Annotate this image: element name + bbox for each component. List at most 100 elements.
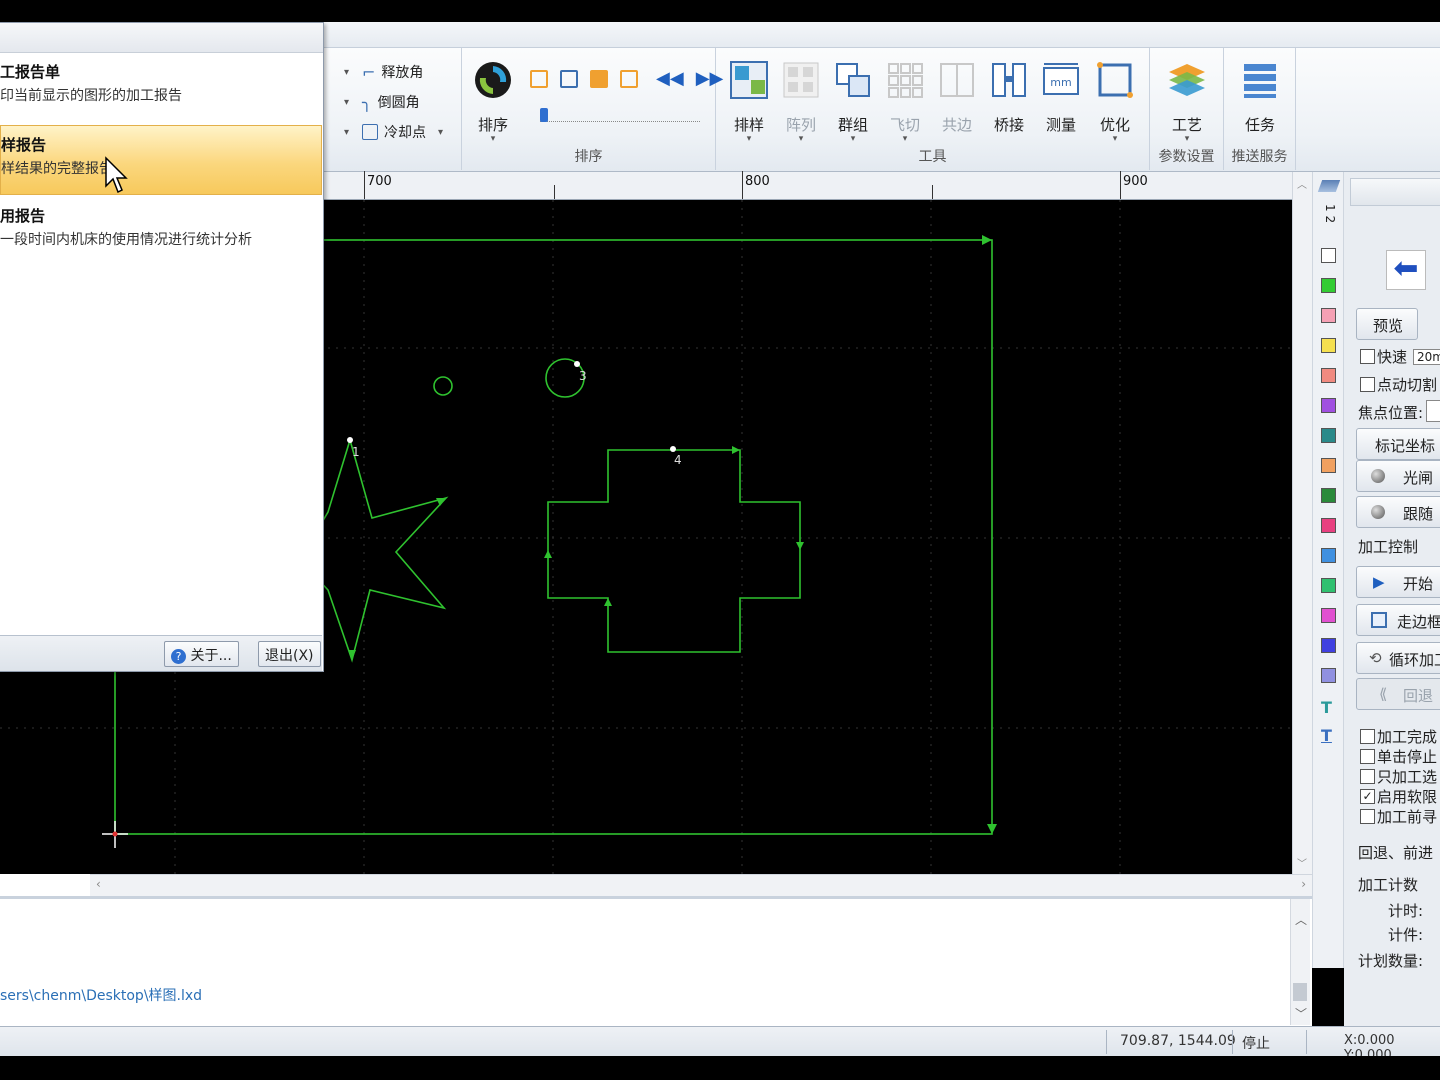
output-console[interactable]: sers\chenm\Desktop\样图.lxd ︿ ﹀	[0, 896, 1312, 1026]
layer-color-12[interactable]	[1321, 608, 1336, 623]
exit-button[interactable]: 退出(X)	[258, 641, 321, 667]
back-arrow-icon[interactable]: ⬅	[1386, 250, 1426, 290]
dropdown-arrow-icon: ▾	[1184, 134, 1190, 144]
follow-button[interactable]: 跟随	[1356, 496, 1440, 528]
part-circle-small[interactable]	[433, 376, 453, 396]
shutter-button[interactable]: 光闸	[1356, 460, 1440, 492]
scroll-left-icon[interactable]: ‹	[96, 877, 101, 891]
trace-frame-button[interactable]: 走边框	[1356, 604, 1440, 636]
canvas-horizontal-scrollbar[interactable]: ‹ ›	[90, 874, 1312, 896]
preview-button[interactable]: 预览	[1356, 308, 1418, 340]
shutter-indicator-icon	[1371, 469, 1385, 483]
layer-color-13[interactable]	[1321, 638, 1336, 653]
option-checkbox-4[interactable]: ✓ 启用软限	[1360, 786, 1437, 807]
ribbon-group-params: 工艺 ▾ 参数设置	[1150, 48, 1224, 170]
canvas-vertical-scrollbar[interactable]: ︿ ﹀	[1292, 172, 1312, 874]
layer-color-14[interactable]	[1321, 668, 1336, 683]
option-checkbox-1[interactable]: 加工完成	[1360, 726, 1437, 747]
dropdown-arrow-icon[interactable]: ▾	[344, 67, 349, 78]
common-edge-button[interactable]: 共边	[932, 60, 982, 135]
bridge-icon	[992, 63, 1026, 97]
layer-color-3[interactable]	[1321, 338, 1336, 353]
menu-item-process-report[interactable]: 工报告单 印当前显示的图形的加工报告	[0, 53, 322, 123]
checkbox-box[interactable]	[1360, 349, 1375, 364]
task-button[interactable]: 任务	[1235, 60, 1285, 135]
text-layer-icon[interactable]: T	[1321, 698, 1332, 717]
scroll-up-icon[interactable]: ︿	[1297, 176, 1307, 191]
about-button[interactable]: ? 关于...	[164, 641, 239, 667]
checkbox-box-checked[interactable]: ✓	[1360, 789, 1375, 804]
menu-item-title: 工报告单	[0, 63, 61, 81]
nest-button[interactable]: 排样 ▾	[724, 60, 774, 144]
menu-item-nesting-report[interactable]: 样报告 样结果的完整报告	[0, 125, 322, 195]
jog-cut-checkbox[interactable]: 点动切割	[1360, 374, 1437, 395]
ruler-label: 700	[367, 174, 392, 189]
scroll-right-icon[interactable]: ›	[1301, 877, 1306, 891]
process-button[interactable]: 工艺 ▾	[1162, 60, 1212, 144]
checkbox-box[interactable]	[1360, 809, 1375, 824]
layer-color-11[interactable]	[1321, 578, 1336, 593]
option-checkbox-2[interactable]: 单击停止	[1360, 746, 1437, 767]
checkbox-box[interactable]	[1360, 729, 1375, 744]
group-button[interactable]: 群组 ▾	[828, 60, 878, 144]
text-layer-2-icon[interactable]: T	[1321, 726, 1332, 745]
console-scrollbar[interactable]: ︿ ﹀	[1290, 899, 1310, 1025]
loop-process-button[interactable]: ⟲循环加工	[1356, 642, 1440, 674]
focus-input[interactable]	[1426, 400, 1440, 422]
layer-color-10[interactable]	[1321, 548, 1336, 563]
release-corner-button[interactable]: ▾ ⌐ 释放角	[344, 62, 423, 82]
layer-color-5[interactable]	[1321, 398, 1336, 413]
round-corner-button[interactable]: ▾ ╮ 倒圆角	[344, 92, 420, 112]
layer-color-7[interactable]	[1321, 458, 1336, 473]
array-button[interactable]: 阵列 ▾	[776, 60, 826, 144]
optimize-button[interactable]: 优化 ▾	[1090, 60, 1140, 144]
measure-button[interactable]: mm 测量	[1036, 60, 1086, 135]
checkbox-box[interactable]	[1360, 749, 1375, 764]
part-cross-4[interactable]	[547, 449, 801, 653]
ribbon-group-push: 任务 推送服务	[1224, 48, 1296, 170]
menu-item-desc: 印当前显示的图形的加工报告	[0, 88, 182, 104]
popup-header	[0, 23, 323, 53]
fast-speed-input[interactable]: 20m	[1413, 348, 1440, 365]
layer-color-9[interactable]	[1321, 518, 1336, 533]
sort-tool-4-icon[interactable]	[620, 70, 638, 88]
layer-color-8[interactable]	[1321, 488, 1336, 503]
optimize-label: 优化	[1099, 116, 1130, 134]
start-button[interactable]: ▶ 开始	[1356, 566, 1440, 598]
sort-button[interactable]: 排序 ▾	[468, 60, 518, 144]
cooling-point-button[interactable]: ▾ 冷却点 ▾	[344, 122, 443, 142]
dropdown-arrow-icon[interactable]: ▾	[438, 127, 443, 138]
mark-coord-button[interactable]: 标记坐标	[1356, 428, 1440, 460]
sort-tool-2-icon[interactable]	[560, 70, 578, 88]
layer-color-2[interactable]	[1321, 308, 1336, 323]
dropdown-arrow-icon[interactable]: ▾	[344, 127, 349, 138]
sort-tool-3-icon[interactable]	[590, 70, 608, 88]
layer-color-4[interactable]	[1321, 368, 1336, 383]
bridge-button[interactable]: 桥接	[984, 60, 1034, 135]
scroll-up-icon[interactable]: ︿	[1295, 911, 1307, 928]
prev-icon[interactable]: ◀◀	[656, 70, 684, 88]
layer-stack-icon[interactable]	[1317, 180, 1341, 192]
scroll-down-icon[interactable]: ﹀	[1295, 1005, 1307, 1022]
menu-item-usage-report[interactable]: 用报告 一段时间内机床的使用情况进行统计分析	[0, 197, 322, 267]
option-checkbox-3[interactable]: 只加工选	[1360, 766, 1437, 787]
sort-slider[interactable]	[540, 108, 700, 122]
scroll-down-icon[interactable]: ﹀	[1297, 855, 1307, 870]
sort-tool-1-icon[interactable]	[530, 70, 548, 88]
checkbox-box[interactable]	[1360, 769, 1375, 784]
dropdown-arrow-icon: ▾	[902, 134, 908, 144]
fast-checkbox[interactable]: 快速 20m	[1360, 346, 1440, 367]
layer-label: 1 2	[1323, 204, 1337, 224]
back-button[interactable]: ⟪ 回退	[1356, 678, 1440, 710]
common-edge-icon	[940, 63, 974, 97]
checkbox-box[interactable]	[1360, 377, 1375, 392]
slider-thumb[interactable]	[540, 108, 548, 122]
layer-color-white[interactable]	[1321, 248, 1336, 263]
dropdown-arrow-icon: ▾	[798, 134, 804, 144]
scroll-thumb[interactable]	[1293, 983, 1307, 1001]
layer-color-6[interactable]	[1321, 428, 1336, 443]
layer-color-1[interactable]	[1321, 278, 1336, 293]
option-checkbox-5[interactable]: 加工前寻	[1360, 806, 1437, 827]
dropdown-arrow-icon[interactable]: ▾	[344, 97, 349, 108]
fly-cut-button[interactable]: 飞切 ▾	[880, 60, 930, 144]
